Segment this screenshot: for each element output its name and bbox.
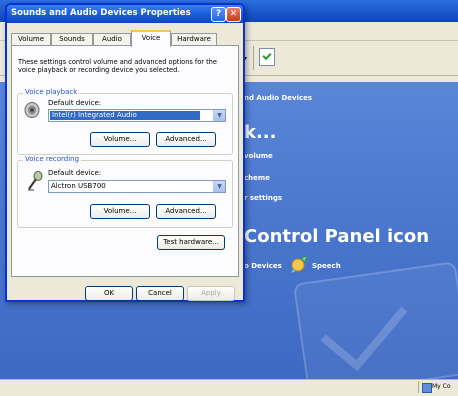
tab-hardware[interactable]: Hardware	[171, 33, 217, 45]
playback-device-select[interactable]: Intel(r) Integrated Audio ▼	[48, 109, 226, 122]
status-zone-text: My Co	[432, 383, 451, 390]
dropdown-arrow-icon[interactable]: ▼	[213, 181, 225, 192]
playback-volume-button[interactable]: Volume...	[90, 132, 150, 147]
playback-advanced-button[interactable]: Advanced...	[156, 132, 216, 147]
cancel-button[interactable]: Cancel	[136, 286, 184, 301]
tab-sounds[interactable]: Sounds	[51, 33, 93, 45]
playback-device-value: Intel(r) Integrated Audio	[50, 111, 200, 120]
control-panel-icon-heading: Control Panel icon	[244, 226, 430, 247]
pick-task-heading: k...	[244, 122, 277, 143]
category-header: nd Audio Devices	[244, 94, 313, 102]
folder-options-icon[interactable]	[259, 48, 275, 66]
speech-icon[interactable]	[289, 254, 309, 274]
voice-recording-group: Voice recording Default device: Alctron …	[17, 155, 233, 228]
playback-default-device-label: Default device:	[48, 99, 102, 107]
recording-device-value: Alctron USB700	[51, 182, 106, 190]
status-separator	[418, 381, 419, 393]
voice-tab-panel: These settings control volume and advanc…	[11, 45, 239, 277]
task-link-volume[interactable]: volume	[244, 152, 273, 160]
speaker-icon	[24, 102, 40, 118]
sounds-audio-properties-dialog: Sounds and Audio Devices Properties ? ✕ …	[5, 3, 245, 302]
tab-voice[interactable]: Voice	[131, 30, 171, 47]
microphone-icon	[28, 171, 43, 191]
link-speech[interactable]: Speech	[312, 262, 341, 270]
close-icon[interactable]: ✕	[226, 7, 241, 22]
help-icon[interactable]: ?	[211, 7, 226, 22]
task-link-settings[interactable]: r settings	[244, 194, 282, 202]
recording-advanced-button[interactable]: Advanced...	[156, 204, 216, 219]
recording-default-device-label: Default device:	[48, 169, 102, 177]
my-computer-icon	[422, 383, 432, 393]
dropdown-arrow-icon[interactable]: ▼	[213, 110, 225, 121]
voice-playback-label: Voice playback	[23, 88, 80, 96]
apply-button[interactable]: Apply	[187, 286, 235, 301]
recording-device-select[interactable]: Alctron USB700 ▼	[48, 180, 226, 193]
task-link-scheme[interactable]: cheme	[244, 174, 270, 182]
toolbar-separator	[253, 46, 254, 70]
voice-description: These settings control volume and advanc…	[18, 58, 217, 74]
ok-button[interactable]: OK	[85, 286, 133, 301]
recording-volume-button[interactable]: Volume...	[90, 204, 150, 219]
dialog-titlebar[interactable]: Sounds and Audio Devices Properties ? ✕	[7, 5, 243, 23]
link-audio-devices[interactable]: o Devices	[244, 262, 282, 270]
tab-audio[interactable]: Audio	[93, 33, 131, 45]
status-bar	[0, 379, 458, 396]
voice-recording-label: Voice recording	[23, 155, 82, 163]
tab-volume[interactable]: Volume	[11, 33, 51, 45]
voice-playback-group: Voice playback Default device: Intel(r) …	[17, 88, 233, 155]
test-hardware-button[interactable]: Test hardware...	[157, 235, 225, 250]
dialog-title: Sounds and Audio Devices Properties	[11, 8, 191, 18]
